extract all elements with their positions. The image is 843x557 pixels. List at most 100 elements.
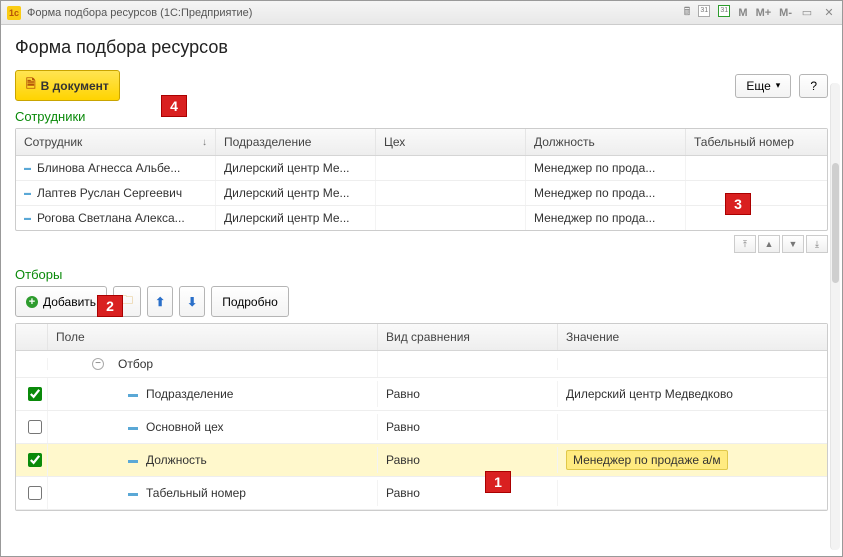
col-position[interactable]: Должность bbox=[526, 129, 686, 155]
filter-check-cell bbox=[16, 444, 48, 476]
details-button[interactable]: Подробно bbox=[211, 286, 289, 317]
filter-field-label: Основной цех bbox=[146, 420, 224, 434]
marker-2: 2 bbox=[97, 295, 123, 317]
calculator-icon[interactable]: 🖩 bbox=[684, 3, 691, 22]
memory-mplus-button[interactable]: M+ bbox=[756, 7, 772, 19]
cell-tab_num bbox=[686, 156, 827, 180]
cell-position: Менеджер по прода... bbox=[526, 156, 686, 180]
close-icon[interactable]: ✕ bbox=[822, 6, 836, 19]
plus-circle-icon: + bbox=[26, 296, 38, 308]
cell-department: Дилерский центр Ме... bbox=[216, 181, 376, 205]
col-cmp[interactable]: Вид сравнения bbox=[378, 324, 558, 350]
calendar-green-icon[interactable] bbox=[718, 5, 730, 20]
employees-section-title: Сотрудники bbox=[15, 109, 828, 124]
filter-checkbox[interactable] bbox=[28, 387, 42, 401]
scrollbar-thumb[interactable] bbox=[832, 163, 839, 283]
cell-shop bbox=[376, 206, 526, 230]
filter-value-cell[interactable]: Менеджер по продаже а/м bbox=[558, 444, 827, 476]
leaf-icon: ▬ bbox=[128, 488, 138, 499]
calendar-icon[interactable] bbox=[698, 5, 710, 20]
filter-row[interactable]: ▬ПодразделениеРавноДилерский центр Медве… bbox=[16, 378, 827, 411]
col-field[interactable]: Поле bbox=[48, 324, 378, 350]
more-button[interactable]: Еще ▾ bbox=[735, 74, 791, 98]
nav-first-icon[interactable]: ⤒ bbox=[734, 235, 756, 253]
help-button[interactable]: ? bbox=[799, 74, 828, 98]
filter-field-label: Должность bbox=[146, 453, 207, 467]
cell-department: Дилерский центр Ме... bbox=[216, 156, 376, 180]
employees-grid-body: Блинова Агнесса Альбе...Дилерский центр … bbox=[16, 156, 827, 230]
sort-down-icon: ↓ bbox=[202, 137, 207, 148]
memory-m-button[interactable]: M bbox=[738, 7, 747, 19]
filters-toolbar: + Добавить 🗀 ⬆ ⬇ Подробно bbox=[15, 286, 828, 317]
cell-name: Лаптев Руслан Сергеевич bbox=[16, 181, 216, 205]
page-title: Форма подбора ресурсов bbox=[15, 37, 828, 58]
cell-shop bbox=[376, 181, 526, 205]
table-row[interactable]: Рогова Светлана Алекса...Дилерский центр… bbox=[16, 206, 827, 230]
more-label: Еще bbox=[746, 79, 770, 93]
filter-field-cell: ▬Основной цех bbox=[48, 414, 378, 440]
add-filter-label: Добавить bbox=[43, 295, 96, 309]
memory-mminus-button[interactable]: M- bbox=[779, 7, 792, 19]
filter-value-input[interactable]: Менеджер по продаже а/м bbox=[566, 450, 728, 470]
content: Форма подбора ресурсов 🗎 В документ Еще … bbox=[1, 25, 842, 556]
table-row[interactable]: Лаптев Руслан СергеевичДилерский центр М… bbox=[16, 181, 827, 206]
to-document-button[interactable]: 🗎 В документ bbox=[15, 70, 120, 101]
collapse-icon[interactable]: − bbox=[92, 358, 104, 370]
filters-grid: Поле Вид сравнения Значение − Отбор ▬Под… bbox=[15, 323, 828, 511]
col-employee[interactable]: Сотрудник ↓ bbox=[16, 129, 216, 155]
window-title: Форма подбора ресурсов (1С:Предприятие) bbox=[27, 7, 252, 19]
filter-cmp-cell: Равно bbox=[378, 381, 558, 407]
col-department[interactable]: Подразделение bbox=[216, 129, 376, 155]
filter-field-cell: ▬Подразделение bbox=[48, 381, 378, 407]
filter-row[interactable]: ▬ДолжностьРавно Менеджер по продаже а/м bbox=[16, 444, 827, 477]
filter-check-cell bbox=[16, 477, 48, 509]
leaf-icon: ▬ bbox=[128, 389, 138, 400]
marker-4: 4 bbox=[161, 95, 187, 117]
filter-root-row[interactable]: − Отбор bbox=[16, 351, 827, 378]
employees-grid: Сотрудник ↓ Подразделение Цех Должность … bbox=[15, 128, 828, 231]
filter-checkbox[interactable] bbox=[28, 420, 42, 434]
filter-cmp-cell: Равно bbox=[378, 447, 558, 473]
filters-section-title: Отборы bbox=[15, 267, 828, 282]
vertical-scrollbar[interactable] bbox=[830, 83, 840, 550]
document-icon: 🗎 bbox=[26, 75, 36, 96]
filters-grid-body: − Отбор ▬ПодразделениеРавноДилерский цен… bbox=[16, 351, 827, 510]
col-value[interactable]: Значение bbox=[558, 324, 827, 350]
filter-row[interactable]: ▬Основной цехРавно bbox=[16, 411, 827, 444]
window: 1c Форма подбора ресурсов (1С:Предприяти… bbox=[0, 0, 843, 557]
move-down-button[interactable]: ⬇ bbox=[179, 286, 205, 317]
filter-cmp-cell: Равно bbox=[378, 480, 558, 506]
filter-value-cell[interactable]: Дилерский центр Медведково bbox=[558, 381, 827, 407]
add-filter-button[interactable]: + Добавить bbox=[15, 286, 107, 317]
cell-name: Рогова Светлана Алекса... bbox=[16, 206, 216, 230]
cell-department: Дилерский центр Ме... bbox=[216, 206, 376, 230]
filter-field-cell: ▬Должность bbox=[48, 447, 378, 473]
col-shop[interactable]: Цех bbox=[376, 129, 526, 155]
nav-up-icon[interactable]: ▲ bbox=[758, 235, 780, 253]
filter-value-cell[interactable] bbox=[558, 421, 827, 433]
nav-last-icon[interactable]: ⤓ bbox=[806, 235, 828, 253]
cell-name: Блинова Агнесса Альбе... bbox=[16, 156, 216, 180]
filter-checkbox[interactable] bbox=[28, 453, 42, 467]
filter-value-cell[interactable] bbox=[558, 487, 827, 499]
move-up-button[interactable]: ⬆ bbox=[147, 286, 173, 317]
col-tabnum[interactable]: Табельный номер bbox=[686, 129, 827, 155]
to-document-label: В документ bbox=[41, 79, 109, 93]
filter-check-cell bbox=[16, 411, 48, 443]
filter-check-cell bbox=[16, 378, 48, 410]
employees-nav-buttons: ⤒ ▲ ▼ ⤓ bbox=[15, 235, 828, 253]
filter-row[interactable]: ▬ Табельный номер Равно bbox=[16, 477, 827, 510]
filter-field-label: Табельный номер bbox=[146, 486, 246, 500]
main-toolbar: 🗎 В документ Еще ▾ ? bbox=[15, 70, 828, 101]
minimize-icon[interactable]: ▭ bbox=[800, 6, 814, 19]
titlebar: 1c Форма подбора ресурсов (1С:Предприяти… bbox=[1, 1, 842, 25]
filter-field-cell: ▬ Табельный номер bbox=[48, 480, 378, 506]
cell-position: Менеджер по прода... bbox=[526, 206, 686, 230]
filter-checkbox[interactable] bbox=[28, 486, 42, 500]
nav-down-icon[interactable]: ▼ bbox=[782, 235, 804, 253]
cell-tab_num bbox=[686, 181, 827, 205]
col-employee-label: Сотрудник bbox=[24, 135, 82, 149]
arrow-up-icon: ⬆ bbox=[155, 295, 165, 309]
col-check bbox=[16, 324, 48, 350]
table-row[interactable]: Блинова Агнесса Альбе...Дилерский центр … bbox=[16, 156, 827, 181]
